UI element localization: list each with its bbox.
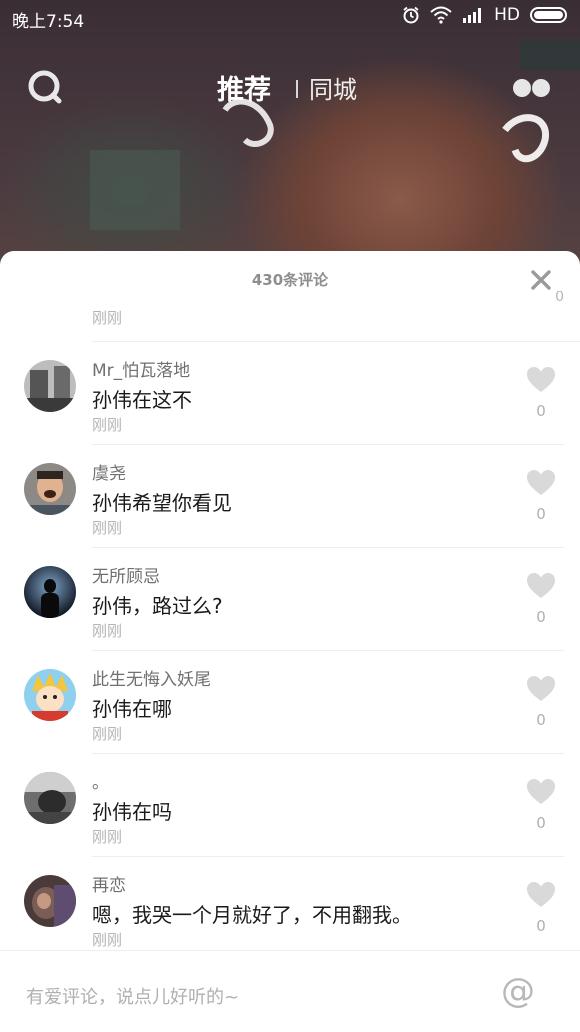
comment-username[interactable]: 无所顾忌 bbox=[92, 562, 160, 587]
status-time: 晚上7:54 bbox=[12, 12, 85, 32]
avatar-image bbox=[24, 772, 76, 824]
comment-time: 刚刚 bbox=[92, 622, 123, 640]
comment-username[interactable]: 。 bbox=[92, 768, 109, 793]
dots-icon[interactable] bbox=[512, 76, 552, 100]
comment-count-title: 430条评论 bbox=[251, 271, 329, 289]
tab-recommend[interactable]: 推荐 bbox=[217, 68, 271, 107]
mention-button[interactable]: @ bbox=[500, 973, 536, 1009]
comment-input-bar: 有爱评论，说点儿好听的~ @ bbox=[0, 950, 580, 1032]
list-item[interactable]: 虞尧 孙伟希望你看见 刚刚 0 bbox=[0, 445, 580, 548]
avatar[interactable] bbox=[24, 772, 76, 824]
list-item[interactable]: 再恋 嗯，我哭一个月就好了，不用翻我。 刚刚 0 bbox=[0, 857, 580, 951]
comment-time: 刚刚 bbox=[92, 931, 123, 949]
close-icon[interactable] bbox=[530, 269, 552, 291]
comment-time: 刚刚 bbox=[92, 309, 123, 327]
heart-icon[interactable] bbox=[526, 778, 556, 806]
status-icons: HD bbox=[402, 5, 570, 25]
search-icon[interactable] bbox=[26, 68, 66, 108]
comment-text: 孙伟在哪 bbox=[92, 697, 172, 721]
avatar-image bbox=[24, 566, 76, 618]
list-item-partial: 刚刚 0 bbox=[92, 291, 580, 342]
heart-icon[interactable] bbox=[526, 469, 556, 497]
avatar-image bbox=[24, 875, 76, 927]
comment-username[interactable]: 再恋 bbox=[92, 871, 126, 896]
comment-list[interactable]: 刚刚 0 Mr_怕瓦落地 孙伟在这不 刚刚 0 虞尧 孙伟希望你看见 刚刚 0 bbox=[0, 291, 580, 951]
signal-icon bbox=[463, 8, 482, 23]
wifi-icon bbox=[430, 6, 452, 24]
avatar[interactable] bbox=[24, 566, 76, 618]
avatar[interactable] bbox=[24, 463, 76, 515]
heart-icon[interactable] bbox=[526, 572, 556, 600]
list-item[interactable]: Mr_怕瓦落地 孙伟在这不 刚刚 0 bbox=[0, 342, 580, 445]
comment-username[interactable]: 此生无悔入妖尾 bbox=[92, 665, 211, 690]
comment-username[interactable]: 虞尧 bbox=[92, 459, 126, 484]
comment-text: 孙伟，路过么? bbox=[92, 594, 223, 618]
like-count: 0 bbox=[536, 814, 546, 832]
list-item[interactable]: 无所顾忌 孙伟，路过么? 刚刚 0 bbox=[0, 548, 580, 651]
like-count: 0 bbox=[536, 917, 546, 935]
comments-sheet: 430条评论 刚刚 0 Mr_怕瓦落地 孙伟在这不 刚刚 0 虞尧 孙伟希望你看… bbox=[0, 251, 580, 1031]
tab-divider bbox=[296, 80, 298, 98]
avatar[interactable] bbox=[24, 875, 76, 927]
like-count: 0 bbox=[555, 291, 564, 305]
alarm-icon bbox=[403, 6, 419, 24]
avatar[interactable] bbox=[24, 360, 76, 412]
like-count: 0 bbox=[536, 608, 546, 626]
status-bar: 晚上7:54 HD bbox=[0, 0, 580, 34]
avatar[interactable] bbox=[24, 669, 76, 721]
heart-icon[interactable] bbox=[526, 881, 556, 909]
heart-icon[interactable] bbox=[526, 675, 556, 703]
comment-text: 嗯，我哭一个月就好了，不用翻我。 bbox=[92, 903, 412, 927]
heart-icon[interactable] bbox=[526, 366, 556, 394]
comment-time: 刚刚 bbox=[92, 725, 123, 743]
comment-text: 孙伟希望你看见 bbox=[92, 491, 232, 515]
comment-time: 刚刚 bbox=[92, 828, 123, 846]
like-count: 0 bbox=[536, 711, 546, 729]
comment-time: 刚刚 bbox=[92, 519, 123, 537]
comment-time: 刚刚 bbox=[92, 416, 123, 434]
avatar-image bbox=[24, 463, 76, 515]
list-item[interactable]: 此生无悔入妖尾 孙伟在哪 刚刚 0 bbox=[0, 651, 580, 754]
list-item[interactable]: 。 孙伟在吗 刚刚 0 bbox=[0, 754, 580, 857]
avatar-image bbox=[24, 669, 76, 721]
avatar-image bbox=[24, 360, 76, 412]
like-count: 0 bbox=[536, 505, 546, 523]
comment-text: 孙伟在吗 bbox=[92, 800, 172, 824]
tab-local[interactable]: 同城 bbox=[309, 70, 357, 105]
comment-text: 孙伟在这不 bbox=[92, 388, 192, 412]
battery-icon bbox=[530, 7, 567, 23]
top-nav: 推荐 同城 bbox=[0, 60, 580, 116]
comment-username[interactable]: Mr_怕瓦落地 bbox=[92, 356, 190, 381]
comment-input[interactable]: 有爱评论，说点儿好听的~ bbox=[26, 983, 239, 1009]
network-type: HD bbox=[494, 5, 520, 25]
like-count: 0 bbox=[536, 402, 546, 420]
